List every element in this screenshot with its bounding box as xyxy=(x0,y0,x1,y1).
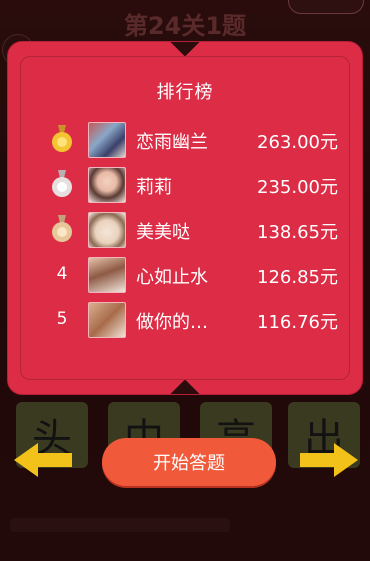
player-name: 心如止水 xyxy=(136,267,208,288)
avatar xyxy=(88,302,126,338)
leaderboard-title: 排行榜 xyxy=(156,82,214,103)
bronze-medal-icon xyxy=(51,215,73,243)
silver-medal-icon xyxy=(51,170,73,198)
avatar xyxy=(88,257,126,293)
faint-background-text xyxy=(10,518,230,532)
player-name: 莉莉 xyxy=(136,177,172,198)
player-name: 恋雨幽兰 xyxy=(136,132,208,153)
leaderboard-row: 莉莉 235.00元 xyxy=(48,167,338,203)
leaderboard-row: 5 做你的… 116.76元 xyxy=(48,302,338,338)
rank-number: 5 xyxy=(56,309,68,329)
rank-medal-slot xyxy=(48,214,76,244)
leaderboard-modal: 排行榜 恋雨幽兰 263.00元 莉莉 235.00元 美美哒 138.65元 … xyxy=(8,42,362,394)
right-arrow-icon[interactable] xyxy=(300,443,358,477)
avatar xyxy=(88,212,126,248)
left-arrow-icon[interactable] xyxy=(14,443,72,477)
avatar xyxy=(88,167,126,203)
player-amount: 263.00元 xyxy=(257,132,338,153)
player-amount: 235.00元 xyxy=(257,177,338,198)
rank-number: 4 xyxy=(56,264,68,284)
leaderboard-row: 4 心如止水 126.85元 xyxy=(48,257,338,293)
level-title: 第24关1题 xyxy=(123,12,247,40)
avatar xyxy=(88,122,126,158)
modal-notch-top xyxy=(169,42,201,57)
leaderboard-row: 美美哒 138.65元 xyxy=(48,212,338,248)
player-amount: 126.85元 xyxy=(257,267,338,288)
rank-medal-slot xyxy=(48,169,76,199)
player-name: 做你的… xyxy=(136,312,208,333)
gold-medal-icon xyxy=(51,125,73,153)
rank-medal-slot xyxy=(48,124,76,154)
player-amount: 138.65元 xyxy=(257,222,338,243)
leaderboard-row: 恋雨幽兰 263.00元 xyxy=(48,122,338,158)
start-answer-button[interactable]: 开始答题 xyxy=(102,438,276,486)
player-amount: 116.76元 xyxy=(257,312,338,333)
player-name: 美美哒 xyxy=(136,222,190,243)
modal-notch-bottom xyxy=(169,379,201,394)
